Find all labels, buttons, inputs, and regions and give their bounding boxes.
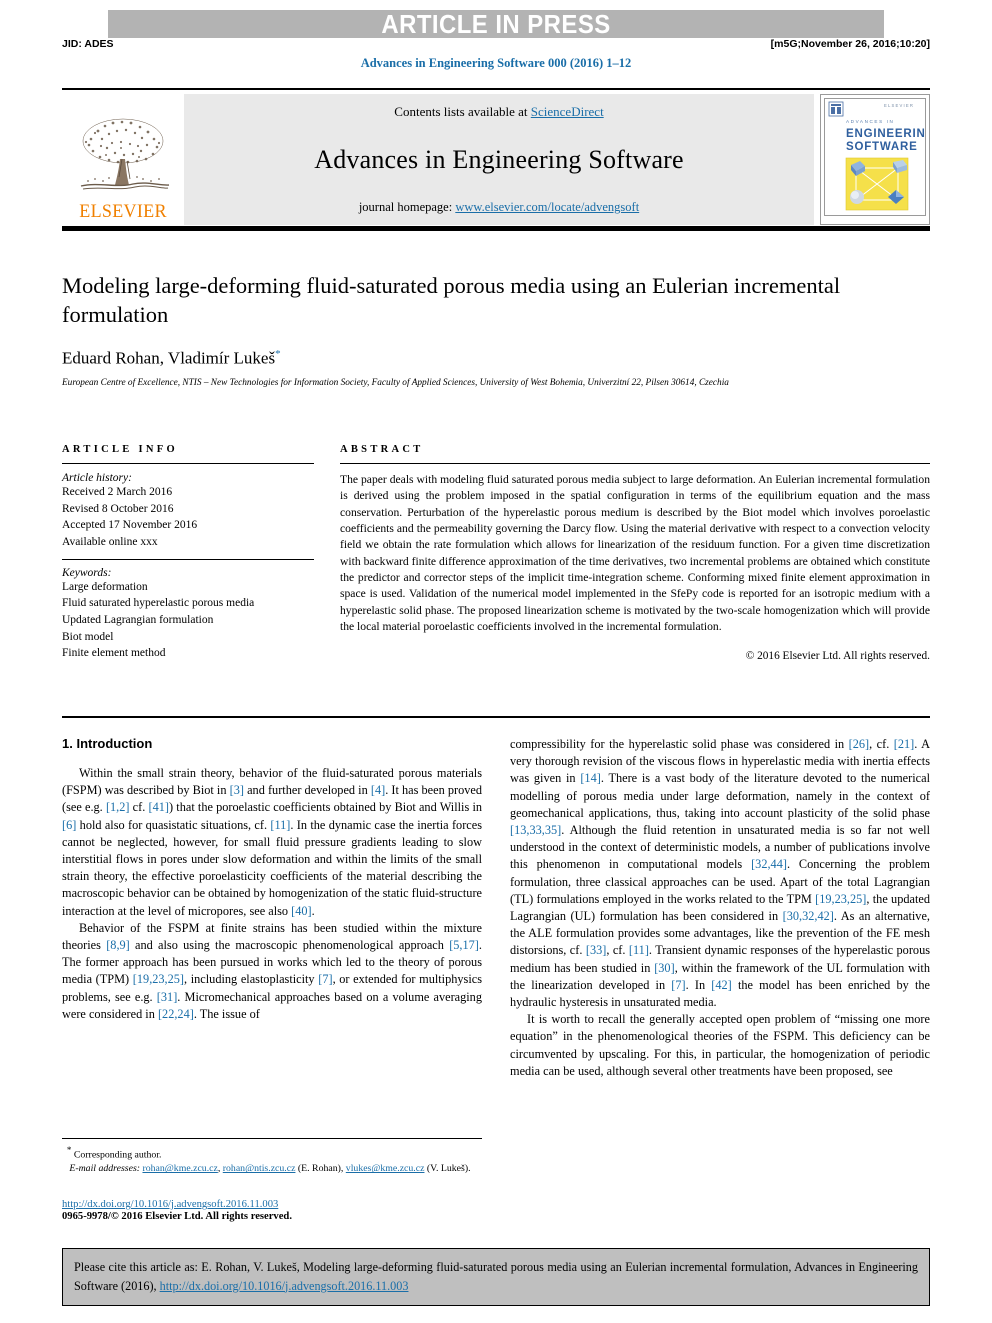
svg-text:ENGINEERING: ENGINEERING <box>846 128 926 140</box>
article-in-press-label: ARTICLE IN PRESS <box>381 9 611 39</box>
contents-list-line: Contents lists available at ScienceDirec… <box>192 104 806 120</box>
svg-text:SOFTWARE: SOFTWARE <box>846 141 918 153</box>
email-owner-2: (V. Lukeš). <box>426 1163 471 1175</box>
journal-cover-thumbnail: ELSEVIER ADVANCES IN ENGINEERING SOFTWAR… <box>820 94 935 225</box>
email-link-2[interactable]: rohan@ntis.zcu.cz <box>223 1163 296 1174</box>
journal-title: Advances in Engineering Software <box>314 145 684 174</box>
keyword-item: Fluid saturated hyperelastic porous medi… <box>62 597 255 610</box>
body-column-right: compressibility for the hyperelastic sol… <box>510 736 930 1236</box>
paragraph: compressibility for the hyperelastic sol… <box>510 737 930 1010</box>
svg-text:ELSEVIER: ELSEVIER <box>884 103 914 108</box>
cite-this-article-box: Please cite this article as: E. Rohan, V… <box>62 1248 930 1307</box>
abstract-heading: ABSTRACT <box>340 444 424 455</box>
email-link-3[interactable]: vlukes@kme.zcu.cz <box>346 1163 425 1174</box>
keyword-item: Finite element method <box>62 647 166 660</box>
email-owner-1: (E. Rohan), <box>297 1163 344 1175</box>
abstract-bottom-rule <box>62 716 930 718</box>
abstract-text: The paper deals with modeling fluid satu… <box>340 473 930 634</box>
corresponding-author-text: Corresponding author. <box>73 1149 162 1161</box>
elsevier-logo: ELSEVIER <box>62 94 184 225</box>
keywords-divider <box>62 558 314 560</box>
elsevier-wordmark: ELSEVIER <box>79 201 167 222</box>
issn-copyright-line: 0965-9978/© 2016 Elsevier Ltd. All right… <box>62 1211 292 1222</box>
section-heading-introduction: 1. Introduction <box>62 736 153 751</box>
article-info-heading: ARTICLE INFO <box>62 444 178 455</box>
masthead-center: Contents lists available at ScienceDirec… <box>184 94 814 225</box>
footnote-block: * Corresponding author. E-mail addresses… <box>62 1138 482 1177</box>
masthead-bottom-rule <box>62 226 930 231</box>
doi-block: http://dx.doi.org/10.1016/j.advengsoft.2… <box>62 1199 492 1222</box>
paragraph: It is worth to recall the generally acce… <box>510 1012 930 1078</box>
article-history-received: Received 2 March 2016 <box>62 486 173 498</box>
abstract-divider <box>340 463 930 464</box>
keywords-block: Keywords: Large deformation Fluid satura… <box>62 567 314 662</box>
article-history-revised: Revised 8 October 2016 <box>62 502 174 515</box>
abstract-copyright: © 2016 Elsevier Ltd. All rights reserved… <box>745 650 930 663</box>
paragraph: Behavior of the FSPM at finite strains h… <box>62 920 482 1021</box>
article-info-divider <box>62 463 314 464</box>
article-history-accepted: Accepted 17 November 2016 <box>62 519 198 532</box>
info-abstract-region: ARTICLE INFO Article history: Received 2… <box>62 444 930 662</box>
keyword-item: Biot model <box>62 630 114 643</box>
asterisk-icon: * <box>66 1145 72 1155</box>
corresponding-author-marker: * <box>275 347 281 360</box>
page-title: Modeling large-deforming fluid-saturated… <box>62 273 841 327</box>
journal-homepage-link[interactable]: www.elsevier.com/locate/advengsoft <box>455 200 639 214</box>
journal-masthead: ELSEVIER Contents lists available at Sci… <box>62 88 935 225</box>
sciencedirect-link[interactable]: ScienceDirect <box>531 104 604 119</box>
elsevier-tree-icon <box>71 115 175 199</box>
journal-id-label: JID: ADES <box>62 38 114 50</box>
corresponding-author-note: * Corresponding author. <box>62 1144 482 1162</box>
production-stamp-label: [m5G;November 26, 2016;10:20] <box>770 38 930 50</box>
keywords-label: Keywords: <box>62 566 112 579</box>
paragraph: Within the small strain theory, behavior… <box>62 766 483 918</box>
abstract-column: ABSTRACT The paper deals with modeling f… <box>340 444 930 662</box>
doi-link[interactable]: http://dx.doi.org/10.1016/j.advengsoft.2… <box>62 1199 492 1210</box>
article-history-online: Available online xxx <box>62 536 158 549</box>
cite-this-article-text: Please cite this article as: E. Rohan, V… <box>74 1258 918 1295</box>
cite-doi-link[interactable]: http://dx.doi.org/10.1016/j.advengsoft.2… <box>160 1279 409 1293</box>
svg-text:ADVANCES IN: ADVANCES IN <box>846 119 894 124</box>
journal-homepage-prefix: journal homepage: <box>358 200 456 214</box>
email-link-1[interactable]: rohan@kme.zcu.cz <box>142 1163 217 1174</box>
email-addresses-label: E-mail addresses: <box>69 1163 141 1175</box>
jid-row: JID: ADES [m5G;November 26, 2016;10:20] <box>62 38 930 50</box>
author-names: Eduard Rohan, Vladimír Lukeš <box>62 348 276 368</box>
title-block: Modeling large-deforming fluid-saturated… <box>62 272 930 391</box>
keyword-item: Updated Lagrangian formulation <box>62 614 214 627</box>
running-head: Advances in Engineering Software 000 (20… <box>360 56 632 70</box>
keyword-item: Large deformation <box>62 580 148 593</box>
article-history-label: Article history: <box>62 472 132 484</box>
article-info-column: ARTICLE INFO Article history: Received 2… <box>62 444 314 662</box>
contents-list-prefix: Contents lists available at <box>394 104 531 119</box>
journal-cover-artwork-icon: ELSEVIER ADVANCES IN ENGINEERING SOFTWAR… <box>824 98 935 216</box>
journal-homepage-line: journal homepage: www.elsevier.com/locat… <box>192 200 806 215</box>
author-list: Eduard Rohan, Vladimír Lukeš* <box>62 348 930 369</box>
article-in-press-banner: ARTICLE IN PRESS <box>108 10 884 38</box>
affiliation: European Centre of Excellence, NTIS – Ne… <box>62 378 729 389</box>
email-addresses-line: E-mail addresses: rohan@kme.zcu.cz, roha… <box>69 1163 471 1175</box>
